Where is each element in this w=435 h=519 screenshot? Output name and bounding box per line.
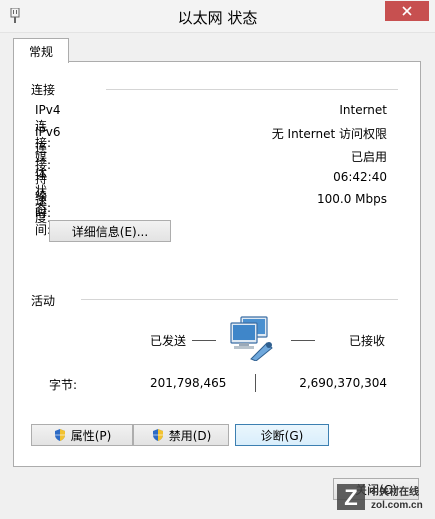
zol-logo-glyph: Z [344, 485, 357, 510]
section-divider-connection [106, 89, 398, 90]
bytes-sent-value: 201,798,465 [150, 376, 227, 390]
tab-general-label: 常规 [28, 44, 53, 59]
bytes-divider [255, 374, 256, 392]
network-activity-icon [230, 316, 273, 361]
close-icon [402, 6, 412, 16]
tab-general[interactable]: 常规 [13, 38, 69, 63]
title-bar: 以太网 状态 [0, 0, 435, 33]
received-line [291, 340, 315, 341]
activity-received-label: 已接收 [349, 334, 386, 348]
properties-button[interactable]: 属性(P) [31, 424, 133, 446]
row-value-duration: 06:42:40 [333, 170, 387, 184]
section-label-connection: 连接 [31, 83, 56, 97]
details-button-label: 详细信息(E)... [71, 224, 149, 239]
window-title: 以太网 状态 [177, 9, 258, 27]
bytes-received-value: 2,690,370,304 [299, 376, 387, 390]
uac-shield-icon [152, 429, 163, 441]
row-value-ipv6: 无 Internet 访问权限 [271, 127, 387, 141]
disable-button[interactable]: 禁用(D) [133, 424, 229, 446]
uac-shield-icon [54, 429, 65, 441]
section-label-activity: 活动 [31, 294, 56, 308]
zol-watermark-logo: Z 中关村在线 zol.com.cn [337, 484, 423, 511]
window-close-button[interactable] [385, 1, 429, 21]
diagnose-button-label: 诊断(G) [260, 428, 304, 443]
row-value-ipv4: Internet [339, 103, 387, 117]
section-divider-activity [81, 299, 398, 300]
watermark-text-line1: 中关村在线 [369, 485, 419, 498]
bytes-label: 字节: [49, 378, 78, 392]
properties-button-label: 属性(P) [70, 428, 112, 443]
row-value-media-state: 已启用 [350, 150, 387, 164]
sent-line [192, 340, 216, 341]
diagnose-button[interactable]: 诊断(G) [235, 424, 329, 446]
watermark-text-line2: zol.com.cn [371, 500, 423, 511]
tab-panel-general [13, 61, 421, 467]
details-button[interactable]: 详细信息(E)... [49, 220, 171, 242]
row-value-speed: 100.0 Mbps [316, 192, 387, 206]
activity-sent-label: 已发送 [150, 334, 187, 348]
disable-button-label: 禁用(D) [168, 428, 212, 443]
